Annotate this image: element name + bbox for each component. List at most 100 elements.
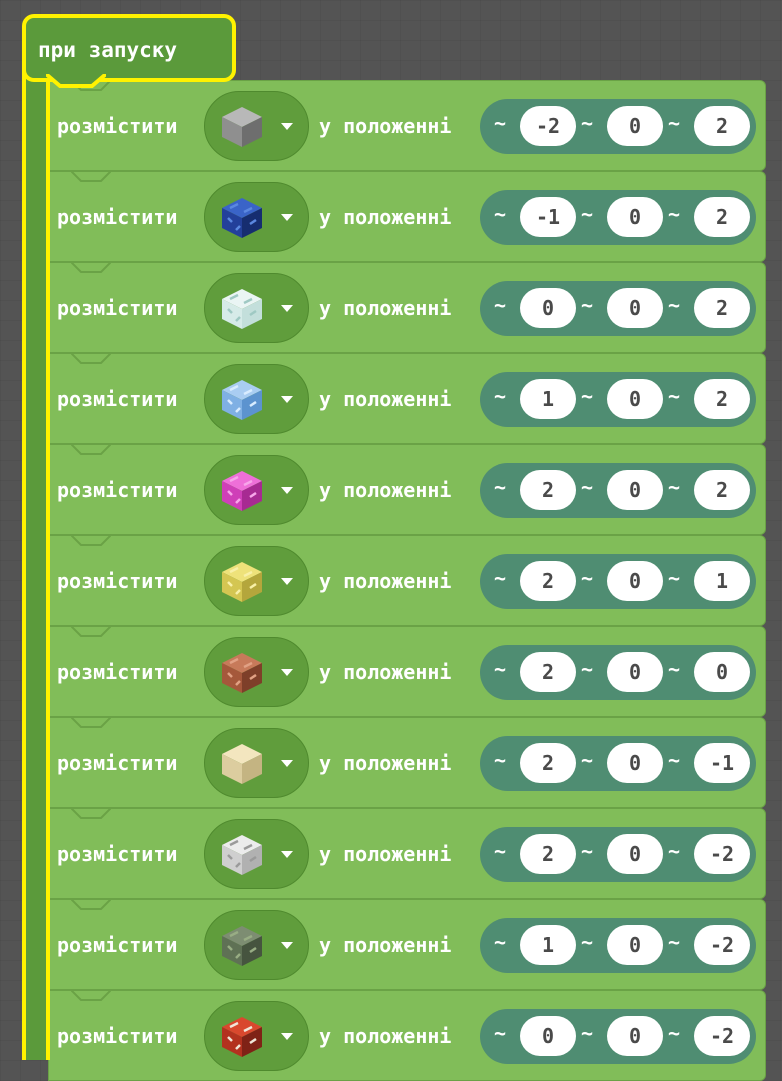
lapis-block-icon [222, 198, 262, 238]
place-block-statement[interactable]: розмістити у положенні ~ 1 ~ 0 ~ -2 [48, 899, 766, 990]
place-block-statement[interactable]: розмістити у положенні ~ -1 ~ 0 ~ 2 [48, 171, 766, 262]
x-coordinate-input[interactable]: 2 [520, 470, 576, 510]
z-coordinate-input[interactable]: 1 [694, 561, 750, 601]
x-coordinate-input[interactable]: 0 [520, 1016, 576, 1056]
relative-tilde: ~ [668, 930, 681, 954]
stone-block-icon [222, 107, 262, 147]
relative-tilde: ~ [494, 839, 507, 863]
place-block-statement[interactable]: розмістити у положенні ~ 2 ~ 0 ~ 1 [48, 535, 766, 626]
y-coordinate-input[interactable]: 0 [607, 1016, 663, 1056]
relative-tilde: ~ [494, 293, 507, 317]
x-coordinate-input[interactable]: 2 [520, 743, 576, 783]
mossy-cobblestone-block-icon [222, 926, 262, 966]
x-coordinate-input[interactable]: 1 [520, 379, 576, 419]
position-label: у положенні [319, 296, 452, 320]
relative-tilde: ~ [668, 293, 681, 317]
place-label: розмістити [57, 660, 178, 684]
hat-notch [46, 74, 106, 88]
dropdown-arrow-icon [281, 1033, 293, 1040]
block-picker-dropdown[interactable] [204, 273, 309, 343]
magenta-terracotta-block-icon [222, 471, 262, 511]
relative-tilde: ~ [581, 202, 594, 226]
position-label: у положенні [319, 114, 452, 138]
position-label: у положенні [319, 1024, 452, 1048]
glass-block-icon [222, 289, 262, 329]
z-coordinate-input[interactable]: -2 [694, 925, 750, 965]
block-picker-dropdown[interactable] [204, 819, 309, 889]
block-picker-dropdown[interactable] [204, 364, 309, 434]
block-picker-dropdown[interactable] [204, 637, 309, 707]
place-block-statement[interactable]: розмістити у положенні ~ 2 ~ 0 ~ -2 [48, 808, 766, 899]
z-coordinate-input[interactable]: 2 [694, 106, 750, 146]
relative-tilde: ~ [668, 475, 681, 499]
z-coordinate-input[interactable]: 2 [694, 470, 750, 510]
position-coordinates: ~ 1 ~ 0 ~ -2 [480, 918, 756, 973]
place-block-statement[interactable]: розмістити у положенні ~ 0 ~ 0 ~ -2 [48, 990, 766, 1081]
relative-tilde: ~ [581, 930, 594, 954]
block-picker-dropdown[interactable] [204, 546, 309, 616]
position-coordinates: ~ 2 ~ 0 ~ -1 [480, 736, 756, 791]
x-coordinate-input[interactable]: 0 [520, 288, 576, 328]
block-picker-dropdown[interactable] [204, 91, 309, 161]
block-picker-dropdown[interactable] [204, 455, 309, 525]
place-label: розмістити [57, 1024, 178, 1048]
block-picker-dropdown[interactable] [204, 910, 309, 980]
z-coordinate-input[interactable]: -2 [694, 1016, 750, 1056]
position-coordinates: ~ -2 ~ 0 ~ 2 [480, 99, 756, 154]
connector-notch [71, 808, 111, 819]
position-label: у положенні [319, 569, 452, 593]
x-coordinate-input[interactable]: -1 [520, 197, 576, 237]
connector-notch [71, 626, 111, 637]
dropdown-arrow-icon [281, 214, 293, 221]
x-coordinate-input[interactable]: 2 [520, 561, 576, 601]
relative-tilde: ~ [668, 748, 681, 772]
place-block-statement[interactable]: розмістити у положенні ~ 2 ~ 0 ~ -1 [48, 717, 766, 808]
dropdown-arrow-icon [281, 305, 293, 312]
on-start-event-block[interactable]: при запуску [22, 14, 236, 82]
place-label: розмістити [57, 296, 178, 320]
y-coordinate-input[interactable]: 0 [607, 743, 663, 783]
y-coordinate-input[interactable]: 0 [607, 288, 663, 328]
dropdown-arrow-icon [281, 669, 293, 676]
y-coordinate-input[interactable]: 0 [607, 561, 663, 601]
x-coordinate-input[interactable]: 1 [520, 925, 576, 965]
place-block-statement[interactable]: розмістити у положенні ~ 2 ~ 0 ~ 2 [48, 444, 766, 535]
block-picker-dropdown[interactable] [204, 728, 309, 798]
z-coordinate-input[interactable]: 2 [694, 197, 750, 237]
relative-tilde: ~ [668, 111, 681, 135]
z-coordinate-input[interactable]: -1 [694, 743, 750, 783]
relative-tilde: ~ [581, 111, 594, 135]
relative-tilde: ~ [494, 202, 507, 226]
z-coordinate-input[interactable]: 2 [694, 288, 750, 328]
y-coordinate-input[interactable]: 0 [607, 106, 663, 146]
x-coordinate-input[interactable]: 2 [520, 652, 576, 692]
x-coordinate-input[interactable]: -2 [520, 106, 576, 146]
connector-notch [71, 353, 111, 364]
block-picker-dropdown[interactable] [204, 182, 309, 252]
connector-notch [71, 990, 111, 1001]
place-label: розмістити [57, 478, 178, 502]
z-coordinate-input[interactable]: 2 [694, 379, 750, 419]
z-coordinate-input[interactable]: -2 [694, 834, 750, 874]
connector-notch [71, 171, 111, 182]
z-coordinate-input[interactable]: 0 [694, 652, 750, 692]
place-label: розмістити [57, 842, 178, 866]
on-start-label: при запуску [38, 38, 178, 62]
block-picker-dropdown[interactable] [204, 1001, 309, 1071]
position-coordinates: ~ 0 ~ 0 ~ -2 [480, 1009, 756, 1064]
y-coordinate-input[interactable]: 0 [607, 925, 663, 965]
position-label: у положенні [319, 660, 452, 684]
place-block-statement[interactable]: розмістити у положенні ~ 2 ~ 0 ~ 0 [48, 626, 766, 717]
place-block-statement[interactable]: розмістити у положенні ~ -2 ~ 0 ~ 2 [48, 80, 766, 171]
x-coordinate-input[interactable]: 2 [520, 834, 576, 874]
y-coordinate-input[interactable]: 0 [607, 470, 663, 510]
y-coordinate-input[interactable]: 0 [607, 652, 663, 692]
relative-tilde: ~ [494, 475, 507, 499]
y-coordinate-input[interactable]: 0 [607, 379, 663, 419]
y-coordinate-input[interactable]: 0 [607, 197, 663, 237]
y-coordinate-input[interactable]: 0 [607, 834, 663, 874]
position-coordinates: ~ -1 ~ 0 ~ 2 [480, 190, 756, 245]
place-block-statement[interactable]: розмістити у положенні ~ 1 ~ 0 ~ 2 [48, 353, 766, 444]
place-label: розмістити [57, 569, 178, 593]
place-block-statement[interactable]: розмістити у положенні ~ 0 ~ 0 ~ 2 [48, 262, 766, 353]
